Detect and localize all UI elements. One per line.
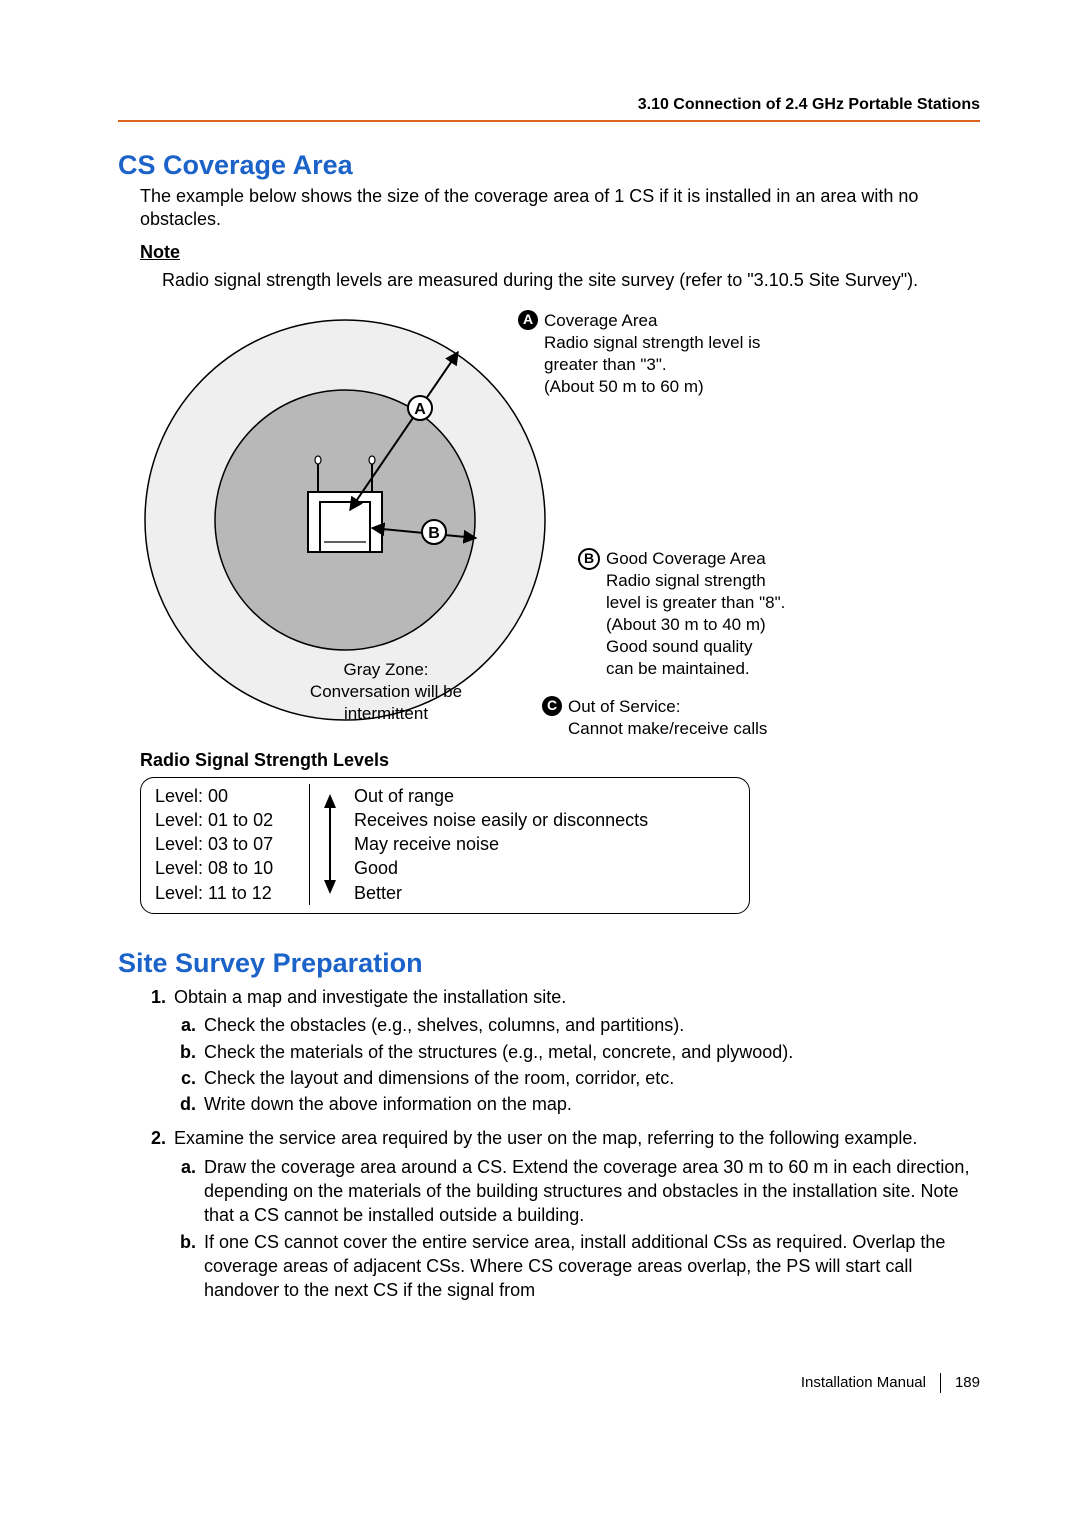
bullet-c-icon: C	[542, 696, 562, 716]
sub-letter: c.	[174, 1066, 204, 1090]
callout-b-line1: Radio signal strength	[606, 571, 766, 590]
note-label: Note	[140, 242, 980, 263]
rss-arrow-col	[310, 784, 350, 905]
list-item: b.If one CS cannot cover the entire serv…	[174, 1230, 980, 1303]
page: 3.10 Connection of 2.4 GHz Portable Stat…	[0, 0, 1080, 1453]
rss-level-0: Level: 00	[155, 784, 299, 808]
rss-level-3: Level: 08 to 10	[155, 856, 299, 880]
item1-number: 1.	[140, 985, 174, 1122]
sub-text: Check the layout and dimensions of the r…	[204, 1066, 980, 1090]
sub-text: Write down the above information on the …	[204, 1092, 980, 1116]
callout-b: B Good Coverage Area Radio signal streng…	[578, 548, 785, 681]
callout-a: A Coverage Area Radio signal strength le…	[518, 310, 760, 398]
note-body: Radio signal strength levels are measure…	[162, 269, 980, 292]
rss-level-4: Level: 11 to 12	[155, 881, 299, 905]
sub-text: Check the obstacles (e.g., shelves, colu…	[204, 1013, 980, 1037]
coverage-figure: A B A Coverage Area Radio signal strengt…	[140, 310, 980, 740]
heading-site-survey: Site Survey Preparation	[118, 948, 980, 979]
rss-desc-1: Receives noise easily or disconnects	[354, 808, 735, 832]
footer-divider	[940, 1373, 941, 1393]
item1-text: Obtain a map and investigate the install…	[174, 987, 566, 1007]
rss-desc-3: Good	[354, 856, 735, 880]
callout-c: C Out of Service: Cannot make/receive ca…	[542, 696, 767, 740]
item2-text: Examine the service area required by the…	[174, 1128, 917, 1148]
rss-table: Level: 00 Level: 01 to 02 Level: 03 to 0…	[140, 777, 750, 914]
list-item: a.Check the obstacles (e.g., shelves, co…	[174, 1013, 980, 1037]
double-arrow-icon	[321, 794, 339, 894]
sub-letter: d.	[174, 1092, 204, 1116]
svg-text:B: B	[428, 525, 440, 542]
callout-b-line4: Good sound quality	[606, 637, 753, 656]
callout-b-title: Good Coverage Area	[606, 549, 766, 568]
list-item: c.Check the layout and dimensions of the…	[174, 1066, 980, 1090]
header-rule	[118, 120, 980, 122]
item2-sublist: a.Draw the coverage area around a CS. Ex…	[174, 1155, 980, 1303]
list-item: 1. Obtain a map and investigate the inst…	[140, 985, 980, 1122]
sub-letter: a.	[174, 1155, 204, 1228]
sub-text: Draw the coverage area around a CS. Exte…	[204, 1155, 980, 1228]
callout-a-title: Coverage Area	[544, 311, 657, 330]
lead-paragraph: The example below shows the size of the …	[140, 185, 980, 230]
footer-page-number: 189	[955, 1374, 980, 1391]
item2-number: 2.	[140, 1126, 174, 1308]
running-head: 3.10 Connection of 2.4 GHz Portable Stat…	[118, 96, 980, 114]
sub-letter: b.	[174, 1040, 204, 1064]
rss-level-2: Level: 03 to 07	[155, 832, 299, 856]
callout-a-line2: greater than "3".	[544, 355, 667, 374]
list-item: a.Draw the coverage area around a CS. Ex…	[174, 1155, 980, 1228]
callout-a-line3: (About 50 m to 60 m)	[544, 377, 704, 396]
rss-desc-col: Out of range Receives noise easily or di…	[350, 784, 735, 905]
sub-text: If one CS cannot cover the entire servic…	[204, 1230, 980, 1303]
heading-cs-coverage: CS Coverage Area	[118, 150, 980, 181]
callout-a-line1: Radio signal strength level is	[544, 333, 760, 352]
page-footer: Installation Manual 189	[118, 1373, 980, 1393]
rss-desc-2: May receive noise	[354, 832, 735, 856]
list-item: d.Write down the above information on th…	[174, 1092, 980, 1116]
preparation-list: 1. Obtain a map and investigate the inst…	[140, 985, 980, 1309]
gray-line1: Gray Zone:	[343, 660, 428, 679]
callout-b-line2: level is greater than "8".	[606, 593, 785, 612]
callout-c-title: Out of Service:	[568, 697, 680, 716]
gray-line3: intermittent	[344, 704, 428, 723]
rss-heading: Radio Signal Strength Levels	[140, 750, 980, 771]
rss-level-1: Level: 01 to 02	[155, 808, 299, 832]
sub-letter: b.	[174, 1230, 204, 1303]
callout-b-line5: can be maintained.	[606, 659, 750, 678]
grayzone-caption: Gray Zone: Conversation will be intermit…	[286, 659, 486, 725]
rss-levels-col: Level: 00 Level: 01 to 02 Level: 03 to 0…	[155, 784, 310, 905]
gray-line2: Conversation will be	[310, 682, 462, 701]
rss-desc-0: Out of range	[354, 784, 735, 808]
list-item: 2. Examine the service area required by …	[140, 1126, 980, 1308]
callout-c-line1: Cannot make/receive calls	[568, 719, 767, 738]
list-item: b.Check the materials of the structures …	[174, 1040, 980, 1064]
bullet-b-icon: B	[578, 548, 600, 570]
sub-text: Check the materials of the structures (e…	[204, 1040, 980, 1064]
callout-b-line3: (About 30 m to 40 m)	[606, 615, 766, 634]
bullet-a-icon: A	[518, 310, 538, 330]
footer-doc-title: Installation Manual	[801, 1374, 926, 1391]
item1-sublist: a.Check the obstacles (e.g., shelves, co…	[174, 1013, 980, 1116]
rss-desc-4: Better	[354, 881, 735, 905]
sub-letter: a.	[174, 1013, 204, 1037]
svg-text:A: A	[414, 401, 426, 418]
